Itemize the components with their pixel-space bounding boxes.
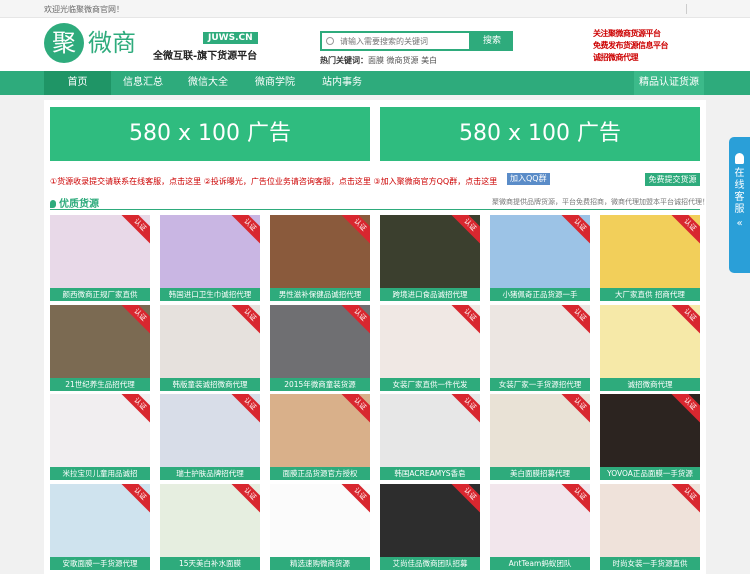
- search-box[interactable]: [320, 31, 471, 51]
- promo-line-1[interactable]: 关注聚微商货源平台: [593, 28, 693, 39]
- top-divider: [686, 4, 687, 14]
- product-caption[interactable]: 韩国进口卫生巾诚招代理: [160, 288, 260, 301]
- product-caption[interactable]: 女装厂家直供一件代发: [380, 378, 480, 391]
- product-caption[interactable]: 大厂家直供 招商代理: [600, 288, 700, 301]
- product-card[interactable]: 认证 女装厂家直供一件代发: [380, 305, 480, 391]
- product-caption[interactable]: 女装厂家一手货源招代理: [490, 378, 590, 391]
- product-caption[interactable]: 小猪佩奇正品货源一手: [490, 288, 590, 301]
- product-caption[interactable]: AntTeam蚂蚁团队: [490, 557, 590, 570]
- product-card[interactable]: 认证 跨境进口食品诚招代理: [380, 215, 480, 301]
- product-card[interactable]: 认证 男性滋补保健品诚招代理: [270, 215, 370, 301]
- nav-home[interactable]: 首页: [44, 71, 111, 95]
- hot-keywords-list[interactable]: 面膜 微商货源 美白: [368, 56, 437, 65]
- ad-banner-right[interactable]: 580 x 100 广告: [380, 107, 700, 161]
- collapse-chevron-icon[interactable]: «: [729, 218, 750, 229]
- logo-text[interactable]: 微商: [88, 23, 136, 58]
- product-caption[interactable]: 21世纪养生品招代理: [50, 378, 150, 391]
- product-caption[interactable]: 男性滋补保健品诚招代理: [270, 288, 370, 301]
- product-caption[interactable]: 2015年微商童装货源: [270, 378, 370, 391]
- product-caption[interactable]: 美白面膜招募代理: [490, 467, 590, 480]
- submit-source-button[interactable]: 免费提交货源: [645, 173, 700, 186]
- online-service-label: 在线客服: [734, 168, 745, 215]
- product-caption[interactable]: 跨境进口食品诚招代理: [380, 288, 480, 301]
- product-card[interactable]: 认证 艾尚佳品微商团队招募: [380, 484, 480, 570]
- notice-ticker[interactable]: ①货源收录提交请联系在线客服，点击这里 ②投诉曝光，广告位业务请咨询客服，点击这…: [50, 176, 640, 187]
- hot-keywords: 热门关键词：面膜 微商货源 美白: [320, 55, 437, 66]
- nav-certified-sources[interactable]: 精品认证货源: [634, 71, 704, 95]
- product-caption[interactable]: 安歌面膜一手货源代理: [50, 557, 150, 570]
- product-caption[interactable]: 诚招微商代理: [600, 378, 700, 391]
- join-qq-button[interactable]: 加入QQ群: [507, 173, 550, 185]
- logo-slogan: 全微互联-旗下货源平台: [153, 51, 258, 62]
- nav-wechat[interactable]: 微信大全: [175, 71, 241, 95]
- product-card[interactable]: 认证 AntTeam蚂蚁团队: [490, 484, 590, 570]
- product-card[interactable]: 认证 2015年微商童装货源: [270, 305, 370, 391]
- product-card[interactable]: 认证 韩国ACREAMYS香皂: [380, 394, 480, 480]
- search-button[interactable]: 搜索: [471, 31, 513, 51]
- product-card[interactable]: 认证 面膜正品货源官方授权: [270, 394, 370, 480]
- product-caption[interactable]: 韩国ACREAMYS香皂: [380, 467, 480, 480]
- product-card[interactable]: 认证 15天美白补水面膜: [160, 484, 260, 570]
- product-card[interactable]: 认证 女装厂家一手货源招代理: [490, 305, 590, 391]
- location-pin-icon: [50, 200, 56, 208]
- product-caption[interactable]: 时尚女装一手货源直供: [600, 557, 700, 570]
- product-card[interactable]: 认证 诚招微商代理: [600, 305, 700, 391]
- top-bar: 欢迎光临聚微商官网！: [0, 0, 750, 18]
- product-card[interactable]: 认证 韩国进口卫生巾诚招代理: [160, 215, 260, 301]
- logo-domain: JUWS.CN: [203, 32, 258, 44]
- product-card[interactable]: 认证 韩版童装诚招微商代理: [160, 305, 260, 391]
- chat-icon: [735, 153, 744, 164]
- product-caption[interactable]: 艾尚佳品微商团队招募: [380, 557, 480, 570]
- section-divider: [50, 209, 700, 210]
- nav-academy[interactable]: 微商学院: [241, 71, 309, 95]
- product-caption[interactable]: 韩版童装诚招微商代理: [160, 378, 260, 391]
- product-caption[interactable]: 面膜正品货源官方授权: [270, 467, 370, 480]
- search-input[interactable]: [322, 33, 469, 49]
- online-service-tab[interactable]: 在线客服 «: [729, 137, 750, 273]
- ad-banner-left[interactable]: 580 x 100 广告: [50, 107, 370, 161]
- product-card[interactable]: 认证 时尚女装一手货源直供: [600, 484, 700, 570]
- product-card[interactable]: 认证 安歌面膜一手货源代理: [50, 484, 150, 570]
- product-card[interactable]: 认证 精选速购微商货源: [270, 484, 370, 570]
- header: 聚 微商 JUWS.CN 全微互联-旗下货源平台 搜索 热门关键词：面膜 微商货…: [0, 18, 750, 71]
- nav-info[interactable]: 信息汇总: [111, 71, 175, 95]
- search-icon: [326, 37, 334, 45]
- promo-line-3[interactable]: 诚招微商代理: [593, 52, 693, 63]
- product-caption[interactable]: 米拉宝贝儿童用品诚招: [50, 467, 150, 480]
- welcome-text: 欢迎光临聚微商官网！: [44, 5, 124, 14]
- promo-line-2[interactable]: 免费发布货源信息平台: [593, 40, 693, 51]
- product-caption[interactable]: 15天美白补水面膜: [160, 557, 260, 570]
- hot-keywords-label: 热门关键词：: [320, 56, 368, 65]
- product-card[interactable]: 认证 瑞士护肤品牌招代理: [160, 394, 260, 480]
- product-card[interactable]: 认证 YOVOA正品面膜一手货源: [600, 394, 700, 480]
- product-caption[interactable]: YOVOA正品面膜一手货源: [600, 467, 700, 480]
- section-title: 优质货源: [50, 195, 99, 210]
- product-caption[interactable]: 瑞士护肤品牌招代理: [160, 467, 260, 480]
- product-card[interactable]: 认证 米拉宝贝儿童用品诚招: [50, 394, 150, 480]
- product-card[interactable]: 认证 颜西微商正规厂家直供: [50, 215, 150, 301]
- product-caption[interactable]: 精选速购微商货源: [270, 557, 370, 570]
- main-nav: 首页 信息汇总 微信大全 微商学院 站内事务 精品认证货源: [0, 71, 750, 95]
- product-card[interactable]: 认证 21世纪养生品招代理: [50, 305, 150, 391]
- product-card[interactable]: 认证 美白面膜招募代理: [490, 394, 590, 480]
- nav-affairs[interactable]: 站内事务: [309, 71, 375, 95]
- section-note: 聚微商提供品牌货源，平台免费招商，微商代理加盟本平台诚招代理！: [492, 198, 709, 206]
- product-card[interactable]: 认证 小猪佩奇正品货源一手: [490, 215, 590, 301]
- logo-mark[interactable]: 聚: [44, 23, 84, 63]
- product-card[interactable]: 认证 大厂家直供 招商代理: [600, 215, 700, 301]
- product-caption[interactable]: 颜西微商正规厂家直供: [50, 288, 150, 301]
